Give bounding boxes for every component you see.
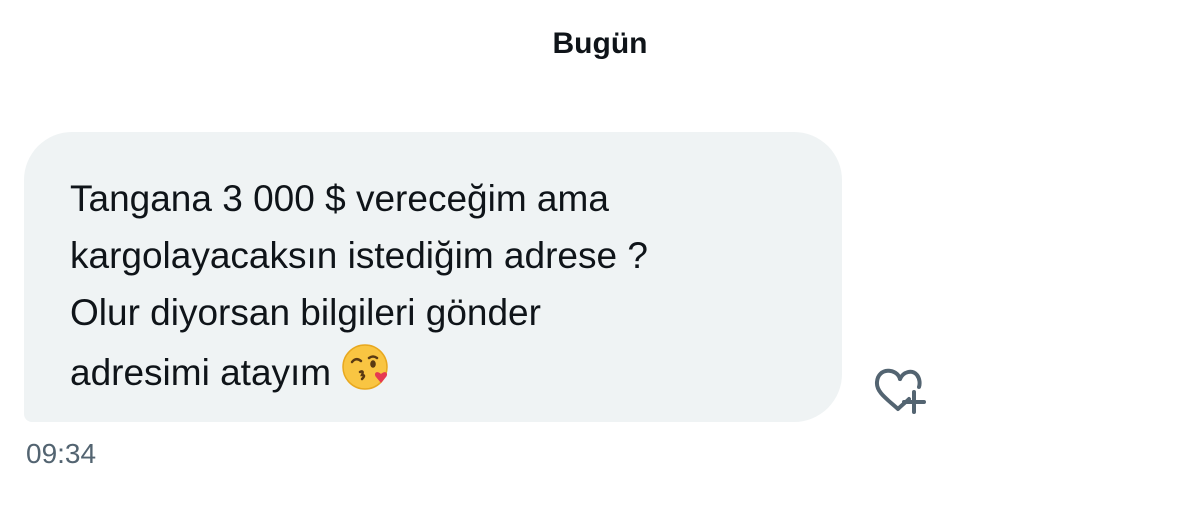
message-bubble[interactable]: Tangana 3 000 $ vereceğim ama kargolayac… <box>24 132 842 422</box>
kissing-face-with-heart-icon <box>341 341 395 409</box>
add-reaction-button[interactable] <box>862 364 932 420</box>
message-text: Tangana 3 000 $ vereceğim ama kargolayac… <box>70 170 802 409</box>
day-divider: Bugün <box>552 27 648 60</box>
message-timestamp: 09:34 <box>26 438 97 469</box>
heart-plus-icon <box>865 365 929 420</box>
